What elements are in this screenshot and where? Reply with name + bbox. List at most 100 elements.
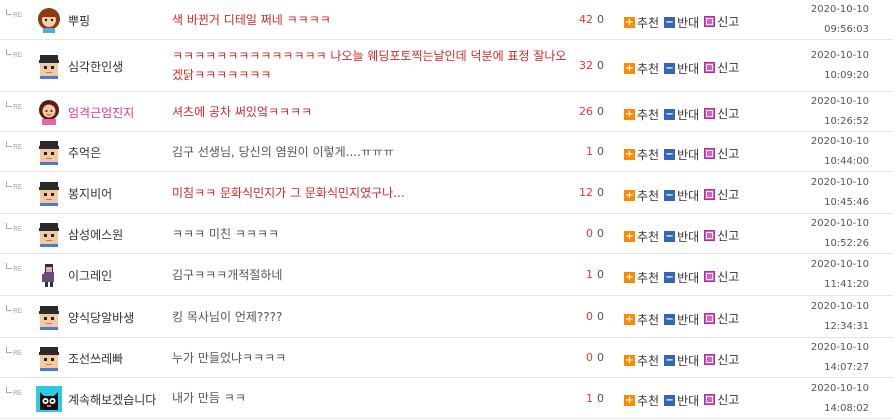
character-avatar[interactable]	[36, 262, 62, 288]
pixel-avatar[interactable]	[36, 221, 62, 247]
comment-actions: + 추천 − 반대 신고	[624, 268, 744, 286]
upvote-count: 0	[586, 310, 593, 323]
recommend-button[interactable]: + 추천	[624, 60, 659, 77]
recommend-button[interactable]: + 추천	[624, 106, 659, 123]
oppose-button[interactable]: − 반대	[664, 269, 699, 286]
report-button[interactable]: 신고	[704, 13, 739, 30]
report-button[interactable]: 신고	[704, 105, 739, 122]
recommend-button[interactable]: + 추천	[624, 146, 659, 163]
upvote-count: 1	[586, 268, 593, 281]
report-icon-box	[706, 191, 714, 198]
recommend-button[interactable]: + 추천	[624, 269, 659, 286]
plus-icon: +	[624, 63, 635, 74]
reply-marker: RE	[6, 181, 22, 191]
oppose-label: 반대	[677, 108, 700, 122]
comment-datetime: 2020-10-10 11:41:20	[799, 255, 869, 295]
oppose-button[interactable]: − 반대	[664, 60, 699, 77]
downvote-count: 0	[597, 13, 604, 26]
recommend-button[interactable]: + 추천	[624, 311, 659, 328]
reply-hook-icon	[6, 263, 12, 269]
report-label: 신고	[717, 393, 740, 407]
oppose-button[interactable]: − 반대	[664, 228, 699, 245]
nickname[interactable]: 양식당알바생	[68, 309, 134, 326]
report-button[interactable]: 신고	[704, 59, 739, 76]
downvote-count: 0	[597, 392, 604, 405]
oppose-label: 반대	[677, 394, 700, 408]
oppose-button[interactable]: − 반대	[664, 106, 699, 123]
report-button[interactable]: 신고	[704, 227, 739, 244]
nickname[interactable]: 엄격근엄진지	[68, 104, 134, 121]
report-button[interactable]: 신고	[704, 391, 739, 408]
reply-hook-icon	[6, 141, 12, 147]
downvote-count: 0	[597, 105, 604, 118]
oppose-button[interactable]: − 반대	[664, 392, 699, 409]
oppose-button[interactable]: − 반대	[664, 146, 699, 163]
oppose-button[interactable]: − 반대	[664, 187, 699, 204]
oppose-label: 반대	[677, 16, 700, 30]
comment-actions: + 추천 − 반대 신고	[624, 59, 744, 77]
pixel-avatar[interactable]	[36, 139, 62, 165]
upvote-count: 0	[586, 351, 593, 364]
nickname[interactable]: 심각한인생	[68, 58, 123, 75]
comment-text: 미침ㅋㅋ 문화식민지가 그 문화식민지였구나...	[172, 186, 405, 200]
pixel-avatar[interactable]	[36, 180, 62, 206]
comment-row: RE 양식당알바생 킹 목사님이 언제???? 0 0 + 추천 − 반대 신고 2020-10-1…	[0, 296, 893, 338]
oppose-button[interactable]: − 반대	[664, 352, 699, 369]
report-button[interactable]: 신고	[704, 268, 739, 285]
nickname[interactable]: 조선쓰레빠	[68, 350, 123, 367]
oppose-button[interactable]: − 반대	[664, 311, 699, 328]
comment-date: 2020-10-10	[810, 301, 869, 312]
recommend-label: 추천	[637, 189, 660, 203]
recommend-button[interactable]: + 추천	[624, 187, 659, 204]
recommend-label: 추천	[637, 148, 660, 162]
minus-icon: −	[664, 149, 676, 160]
oppose-button[interactable]: − 반대	[664, 14, 699, 31]
reply-marker: RE	[6, 305, 22, 315]
nickname[interactable]: 계속해보겠습니다	[68, 391, 156, 408]
report-button[interactable]: 신고	[704, 186, 739, 203]
comment-time: 11:41:20	[824, 279, 869, 290]
report-icon	[704, 16, 716, 27]
downvote-count: 0	[597, 59, 604, 72]
comment-text: 김구 선생님, 당신의 염원이 이렇게....ㅠㅠㅠ	[172, 145, 395, 159]
reply-label: RE	[13, 143, 22, 151]
reply-hook-icon	[6, 223, 12, 229]
nickname[interactable]: 삼성에스원	[68, 226, 123, 243]
pixel-avatar[interactable]	[36, 345, 62, 371]
upvote-count: 26	[579, 105, 593, 118]
pixel-avatar[interactable]	[36, 53, 62, 79]
report-label: 신고	[717, 312, 740, 326]
cat-avatar[interactable]	[36, 386, 62, 412]
recommend-button[interactable]: + 추천	[624, 228, 659, 245]
nickname[interactable]: 뿌핑	[68, 12, 90, 29]
report-label: 신고	[717, 15, 740, 29]
report-button[interactable]: 신고	[704, 145, 739, 162]
recommend-label: 추천	[637, 313, 660, 327]
comment-row: RE 이그레인 김구ㅋㅋㅋ개적절하네 1 0 + 추천 − 반대 신고 2020-10-10 11:4…	[0, 254, 893, 296]
reply-label: RE	[13, 225, 22, 233]
comment-datetime: 2020-10-10 10:52:26	[799, 214, 869, 254]
report-icon	[704, 148, 716, 159]
reply-hook-icon	[6, 101, 12, 107]
plus-icon: +	[624, 17, 635, 28]
report-button[interactable]: 신고	[704, 351, 739, 368]
comment-actions: + 추천 − 반대 신고	[624, 310, 744, 328]
report-button[interactable]: 신고	[704, 310, 739, 327]
girl-avatar[interactable]	[36, 7, 62, 33]
reply-marker: RE	[6, 49, 22, 59]
recommend-button[interactable]: + 추천	[624, 392, 659, 409]
oppose-label: 반대	[677, 148, 700, 162]
nickname[interactable]: 봉지비어	[68, 185, 112, 202]
pixel-avatar[interactable]	[36, 304, 62, 330]
report-label: 신고	[717, 107, 740, 121]
reply-label: RE	[13, 103, 22, 111]
woman-avatar[interactable]	[36, 99, 62, 125]
recommend-button[interactable]: + 추천	[624, 14, 659, 31]
report-label: 신고	[717, 353, 740, 367]
recommend-button[interactable]: + 추천	[624, 352, 659, 369]
nickname[interactable]: 이그레인	[68, 267, 112, 284]
reply-marker: RE	[6, 263, 22, 273]
nickname[interactable]: 추억은	[68, 144, 101, 161]
oppose-label: 반대	[677, 230, 700, 244]
minus-icon: −	[664, 17, 676, 28]
